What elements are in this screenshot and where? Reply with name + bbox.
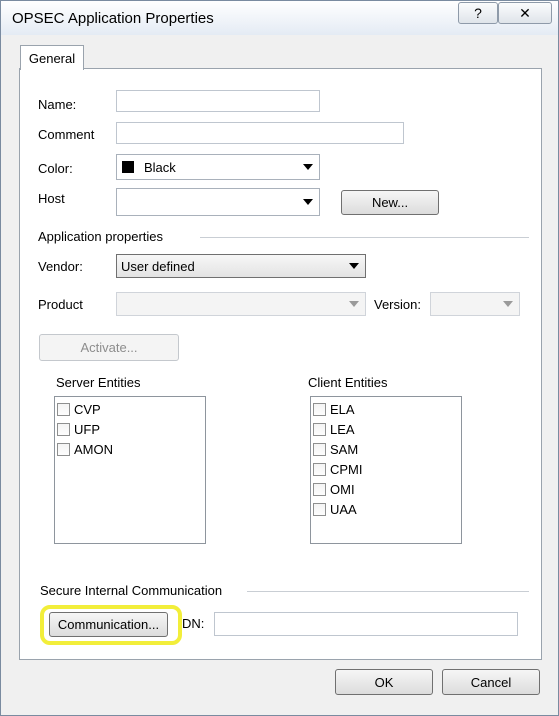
color-select[interactable]: Black [116, 154, 320, 180]
name-input[interactable] [116, 90, 320, 112]
new-host-button[interactable]: New... [341, 190, 439, 215]
list-item[interactable]: CPMI [313, 460, 363, 478]
chevron-down-icon [503, 301, 513, 307]
chevron-down-icon [349, 301, 359, 307]
list-item[interactable]: ELA [313, 400, 355, 418]
version-label: Version: [374, 297, 421, 312]
comment-input[interactable] [116, 122, 404, 144]
checkbox-cpmi[interactable] [313, 462, 326, 476]
checkbox-omi[interactable] [313, 482, 326, 496]
list-item[interactable]: UFP [57, 420, 100, 438]
checkbox-sam[interactable] [313, 442, 326, 456]
ok-button[interactable]: OK [335, 669, 433, 695]
tab-general[interactable]: General [20, 45, 84, 70]
host-label: Host [38, 191, 65, 206]
list-item-label: CPMI [330, 461, 363, 477]
list-item[interactable]: CVP [57, 400, 101, 418]
version-select[interactable] [430, 292, 520, 316]
host-select[interactable] [116, 188, 320, 216]
tab-general-label: General [28, 50, 76, 66]
server-entities-list[interactable]: CVP UFP AMON [54, 396, 206, 544]
activate-button[interactable]: Activate... [39, 334, 179, 361]
server-entities-heading: Server Entities [56, 375, 141, 390]
title-bar[interactable]: OPSEC Application Properties ? ✕ [1, 1, 558, 35]
vendor-label: Vendor: [38, 259, 83, 274]
checkbox-ufp[interactable] [57, 422, 70, 436]
close-icon: ✕ [519, 4, 531, 21]
list-item-label: OMI [330, 481, 355, 497]
list-item-label: AMON [74, 441, 113, 457]
help-button[interactable]: ? [458, 2, 498, 24]
help-icon: ? [474, 5, 482, 21]
list-item-label: SAM [330, 441, 359, 457]
list-item-label: UAA [330, 501, 357, 517]
checkbox-uaa[interactable] [313, 502, 326, 516]
vendor-select[interactable]: User defined [116, 254, 366, 278]
dn-label: DN: [182, 616, 205, 631]
list-item-label: UFP [74, 421, 100, 437]
list-item[interactable]: UAA [313, 500, 357, 518]
list-item[interactable]: LEA [313, 420, 355, 438]
app-props-divider [200, 237, 529, 238]
sic-heading: Secure Internal Communication [40, 583, 223, 598]
checkbox-lea[interactable] [313, 422, 326, 436]
dialog-window: OPSEC Application Properties ? ✕ General… [0, 0, 559, 716]
product-select[interactable] [116, 292, 366, 316]
comment-label: Comment [38, 127, 95, 142]
communication-button[interactable]: Communication... [49, 612, 168, 637]
color-label: Color: [38, 161, 73, 176]
client-entities-heading: Client Entities [308, 375, 388, 390]
checkbox-ela[interactable] [313, 402, 326, 416]
window-title: OPSEC Application Properties [12, 10, 214, 27]
application-properties-heading: Application properties [38, 229, 164, 244]
checkbox-cvp[interactable] [57, 402, 70, 416]
chevron-down-icon [303, 164, 313, 170]
product-label: Product [38, 297, 83, 312]
dn-input[interactable] [214, 612, 518, 636]
list-item[interactable]: OMI [313, 480, 355, 498]
list-item-label: CVP [74, 401, 101, 417]
vendor-select-value: User defined [121, 258, 195, 274]
list-item[interactable]: SAM [313, 440, 358, 458]
list-item[interactable]: AMON [57, 440, 113, 458]
cancel-button[interactable]: Cancel [442, 669, 540, 695]
close-button[interactable]: ✕ [498, 2, 552, 24]
chevron-down-icon [349, 263, 359, 269]
list-item-label: LEA [330, 421, 355, 437]
color-swatch [122, 161, 134, 173]
color-select-value: Black [144, 159, 176, 175]
client-entities-list[interactable]: ELA LEA SAM CPMI OMI UAA [310, 396, 462, 544]
chevron-down-icon [303, 199, 313, 205]
sic-divider [247, 591, 529, 592]
list-item-label: ELA [330, 401, 355, 417]
checkbox-amon[interactable] [57, 442, 70, 456]
name-label: Name: [38, 97, 77, 112]
